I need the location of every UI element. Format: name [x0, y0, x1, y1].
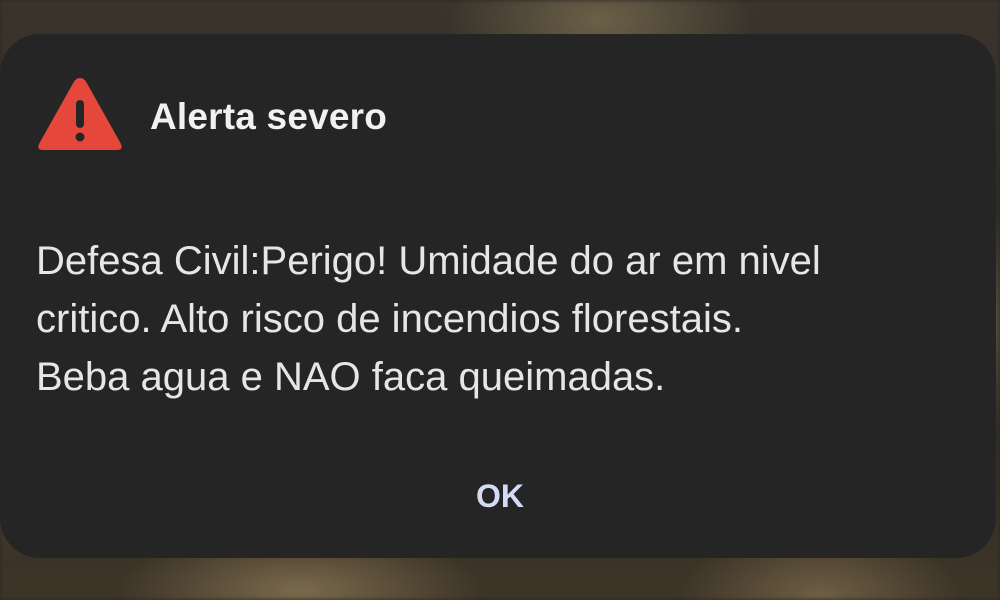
emergency-alert-dialog: Alerta severo Defesa Civil:Perigo! Umida…: [0, 34, 996, 558]
alert-message: Defesa Civil:Perigo! Umidade do ar em ni…: [36, 232, 976, 406]
alert-message-line: Defesa Civil:Perigo! Umidade do ar em ni…: [36, 239, 821, 283]
alert-message-line: critico. Alto risco de incendios florest…: [36, 297, 743, 341]
alert-message-line: Beba agua e NAO faca queimadas.: [36, 355, 666, 399]
ok-button[interactable]: OK: [440, 466, 560, 526]
warning-triangle-icon: [38, 78, 122, 150]
alert-title: Alerta severo: [150, 95, 388, 137]
alert-header: Alerta severo: [36, 74, 387, 154]
